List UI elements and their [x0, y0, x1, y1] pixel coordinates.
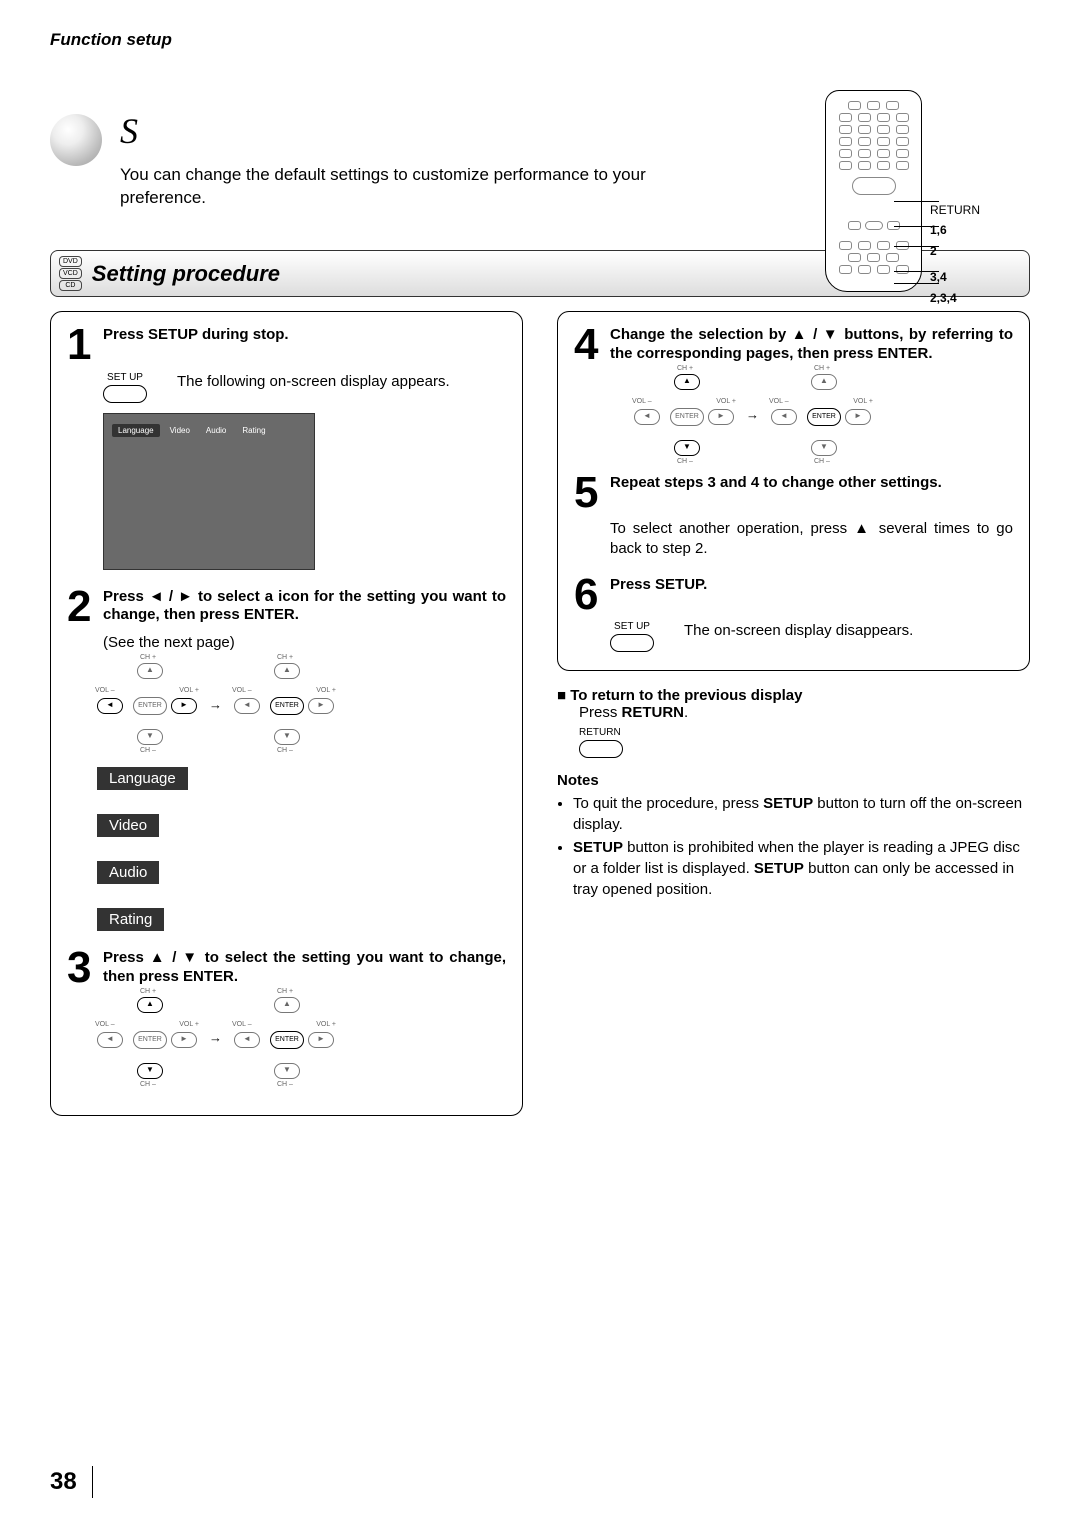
remote-label-return: RETURN	[930, 200, 980, 220]
osd-tab-audio: Audio	[200, 424, 232, 437]
menu-item-language: Language	[97, 767, 188, 790]
intro-text: You can change the default settings to c…	[120, 164, 680, 210]
notes-item-1: To quit the procedure, press SETUP butto…	[573, 793, 1030, 835]
dpad-diagram-step3: CH + ▲ VOL – ◄ ENTER ► VOL + ▼ CH – →	[97, 997, 506, 1079]
step-1-number: 1	[67, 326, 95, 363]
notes-heading: Notes	[557, 772, 1030, 789]
step-2-heading: Press ◄ / ► to select a icon for the set…	[103, 588, 506, 626]
step-2-seepage: (See the next page)	[103, 633, 506, 653]
step-1-body: The following on-screen display appears.	[177, 372, 450, 392]
step-4-number: 4	[574, 326, 602, 364]
step-4-heading: Change the selection by ▲ / ▼ buttons, b…	[610, 326, 1013, 364]
remote-label-2: 2	[930, 241, 980, 261]
step-5-body: To select another operation, press ▲ sev…	[610, 519, 1013, 560]
step-6-body: The on-screen display disappears.	[684, 621, 913, 641]
return-heading: To return to the previous display	[557, 687, 1030, 704]
return-body: Press RETURN.	[579, 704, 1030, 721]
return-button-icon: RETURN	[579, 727, 1030, 758]
dpad-diagram-step4: CH + ▲ VOL – ◄ ENTER ► VOL + ▼ CH – →	[634, 374, 1013, 456]
page-section-header: Function setup	[50, 30, 1030, 50]
step-3-number: 3	[67, 949, 95, 987]
remote-diagram: RETURN 1,6 2 3,4 2,3,4	[825, 90, 980, 308]
menu-item-video: Video	[97, 814, 159, 837]
step-1-heading: Press SETUP during stop.	[103, 326, 289, 363]
notes-item-2: SETUP button is prohibited when the play…	[573, 837, 1030, 900]
page-title: S	[120, 110, 139, 152]
dpad-diagram-step2: CH + ▲ VOL – ◄ ENTER ► VOL + ▼ CH – →	[97, 663, 506, 745]
remote-label-1: 1,6	[930, 220, 980, 240]
page-number-separator	[92, 1466, 93, 1498]
step-2-number: 2	[67, 588, 95, 626]
step-5-number: 5	[574, 474, 602, 511]
osd-tab-video: Video	[164, 424, 196, 437]
remote-label-4: 2,3,4	[930, 288, 980, 308]
section-title: Setting procedure	[92, 261, 280, 287]
page-number: 38	[50, 1468, 77, 1496]
step-6-heading: Press SETUP.	[610, 576, 707, 613]
menu-item-audio: Audio	[97, 861, 159, 884]
step-5-heading: Repeat steps 3 and 4 to change other set…	[610, 474, 942, 511]
setup-button-icon-2: SET UP	[610, 621, 654, 652]
step-6-number: 6	[574, 576, 602, 613]
disc-icon-vcd: VCD	[59, 268, 82, 279]
osd-tab-rating: Rating	[236, 424, 271, 437]
setup-button-icon: SET UP	[103, 372, 147, 403]
menu-item-rating: Rating	[97, 908, 164, 931]
step-3-heading: Press ▲ / ▼ to select the setting you wa…	[103, 949, 506, 987]
disc-icon-cd: CD	[59, 280, 82, 291]
disc-icon-dvd: DVD	[59, 256, 82, 267]
osd-screen-mock: Language Video Audio Rating	[103, 413, 315, 570]
decorative-sphere-icon	[50, 114, 102, 166]
osd-tab-language: Language	[112, 424, 160, 437]
remote-outline	[825, 90, 922, 292]
